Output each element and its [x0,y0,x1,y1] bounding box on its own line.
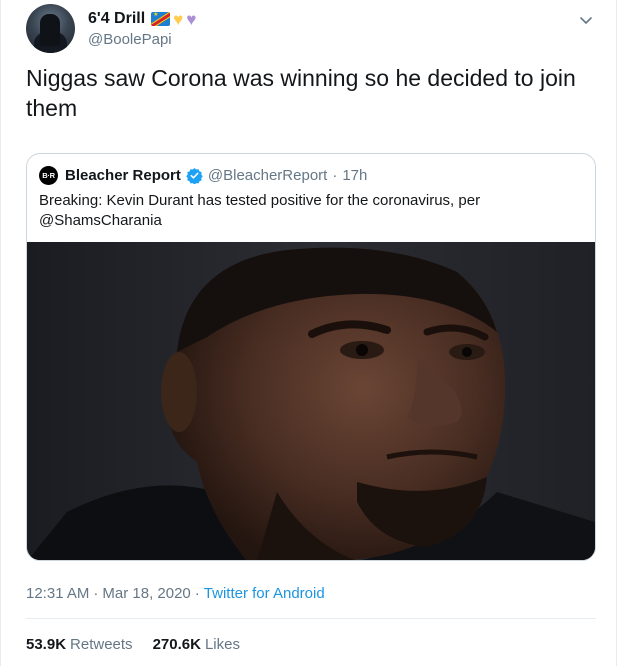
quoted-tweet-text: Breaking: Kevin Durant has tested positi… [39,192,481,229]
author-name-row[interactable]: 6'4 Drill ★ ♥ ♥ [88,8,196,30]
verified-badge-icon [186,167,203,184]
purple-heart-icon: ♥ [186,9,197,29]
quoted-author-handle[interactable]: @BleacherReport [208,167,327,184]
retweets-label: Retweets [70,636,133,653]
bleacher-report-logo: B·R [39,165,58,185]
likes-count: 270.6K [152,636,201,653]
tweet-source-link[interactable]: Twitter for Android [204,585,325,602]
avatar[interactable] [26,4,75,53]
divider [26,618,596,619]
tweet-date[interactable]: Mar 18, 2020 [102,585,190,602]
separator-dot: · [93,585,99,602]
tweet-header: 6'4 Drill ★ ♥ ♥ @BoolePapi [26,4,596,54]
retweets-stat[interactable]: 53.9K Retweets [26,636,133,653]
quoted-tweet[interactable]: B·R Bleacher Report @BleacherReport · 17… [26,153,596,561]
tweet-stats: 53.9K Retweets 270.6K Likes [26,636,240,653]
author-handle[interactable]: @BoolePapi [88,31,172,48]
quoted-tweet-time[interactable]: 17h [342,167,367,184]
author-display-name[interactable]: 6'4 Drill [88,10,145,28]
flag-dr-congo-icon: ★ [151,12,171,26]
quoted-tweet-photo[interactable] [27,242,595,560]
tweet-timestamp: 12:31 AM · Mar 18, 2020 · Twitter for An… [26,585,325,602]
quoted-author-name[interactable]: Bleacher Report [65,167,181,184]
separator-dot: · [332,166,338,184]
yellow-heart-icon: ♥ [173,9,184,29]
separator-dot: · [194,585,200,602]
quoted-tweet-header: B·R Bleacher Report @BleacherReport · 17… [39,165,367,185]
likes-stat[interactable]: 270.6K Likes [153,636,240,653]
tweet-time[interactable]: 12:31 AM [26,585,89,602]
chevron-down-icon[interactable] [578,12,594,28]
likes-label: Likes [204,636,240,653]
tweet-card: 6'4 Drill ★ ♥ ♥ @BoolePapi Niggas saw Co… [0,0,617,666]
retweets-count: 53.9K [26,636,67,653]
tweet-text: Niggas saw Corona was winning so he deci… [26,65,576,121]
